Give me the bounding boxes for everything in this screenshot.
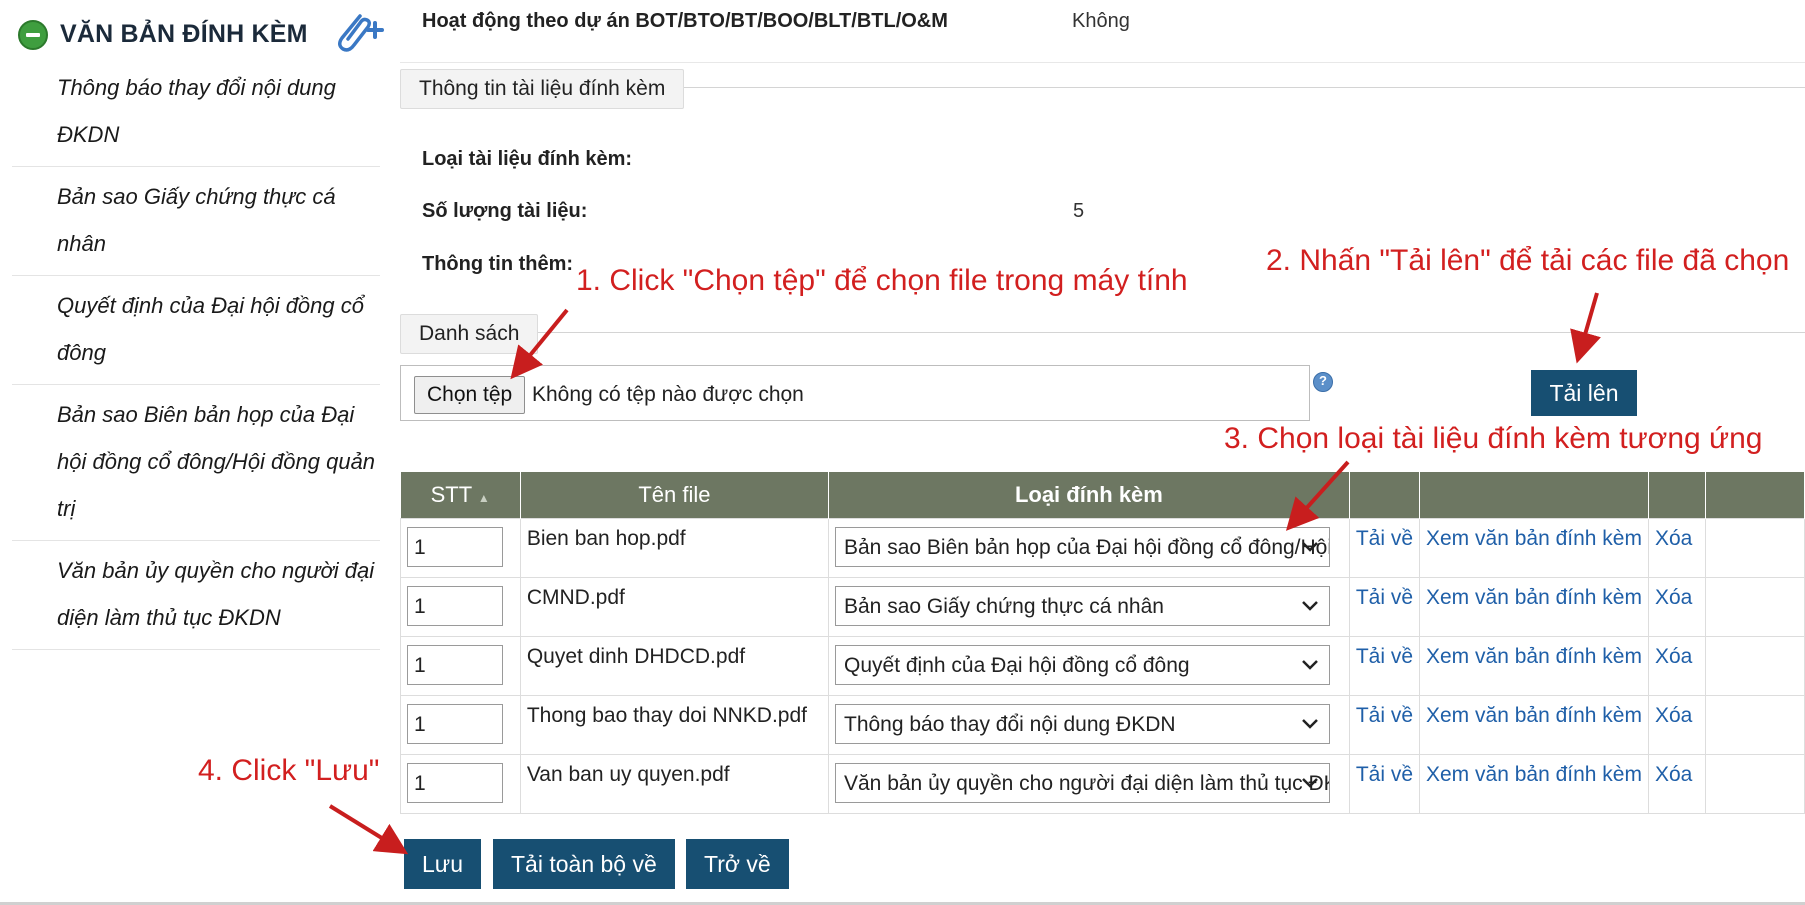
select-value: Quyết định của Đại hội đồng cổ đông [844,654,1190,677]
stt-header[interactable]: STT ▲ [400,472,521,519]
sidebar-item[interactable]: Bản sao Biên bản họp của Đại hội đồng cổ… [12,385,380,541]
file-name-header: Tên file [520,472,830,519]
attachment-type-select[interactable]: Quyết định của Đại hội đồng cổ đông [835,645,1330,685]
select-value: Bản sao Biên bản họp của Đại hội đồng cổ… [844,536,1330,559]
attachments-table: STT ▲ Tên file Loại đính kèm 1 Bien ban … [400,472,1805,814]
attachment-type-select[interactable]: Bản sao Biên bản họp của Đại hội đồng cổ… [835,527,1330,567]
file-name: Bien ban hop.pdf [526,527,686,550]
sidebar-title: VĂN BẢN ĐÍNH KÈM [60,20,308,48]
table-row: 1 Bien ban hop.pdf Bản sao Biên bản họp … [400,518,1805,578]
delete-link[interactable]: Xóa [1649,755,1705,787]
table-row: 1 Quyet dinh DHDCD.pdf Quyết định của Đạ… [400,636,1805,696]
file-name: Van ban uy quyen.pdf [526,763,730,786]
file-name: Thong bao thay doi NNKD.pdf [526,704,807,727]
chevron-down-icon [1302,719,1318,729]
view-attachment-link[interactable]: Xem văn bản đính kèm [1420,519,1648,551]
attachment-info-legend: Thông tin tài liệu đính kèm [400,69,685,109]
list-legend: Danh sách [400,314,539,354]
collapse-circle-icon[interactable] [18,20,48,50]
chevron-down-icon [1302,601,1318,611]
sidebar-item[interactable]: Thông báo thay đổi nội dung ĐKDN [12,58,380,167]
empty-header [1648,472,1706,519]
paperclip-plus-icon[interactable] [330,8,386,54]
empty-header [1419,472,1649,519]
file-name: Quyet dinh DHDCD.pdf [526,645,746,668]
download-link[interactable]: Tải về [1350,578,1419,610]
sort-up-icon: ▲ [477,491,490,505]
annotation-step-2: 2. Nhấn "Tải lên" để tải các file đã chọ… [1266,244,1790,277]
chevron-down-icon [1302,660,1318,670]
project-row: Hoạt động theo dự án BOT/BTO/BT/BOO/BLT/… [400,0,1805,63]
download-link[interactable]: Tải về [1350,637,1419,669]
annotation-step-1: 1. Click "Chọn tệp" để chọn file trong m… [576,264,1188,297]
stt-input[interactable]: 1 [407,763,503,803]
document-count-value: 5 [1073,200,1085,222]
stt-input[interactable]: 1 [407,527,503,567]
annotation-step-4: 4. Click "Lưu" [198,754,380,787]
chevron-down-icon [1302,542,1318,552]
upload-button[interactable]: Tải lên [1531,370,1637,416]
help-icon[interactable] [1313,372,1333,392]
delete-link[interactable]: Xóa [1649,578,1705,610]
save-button[interactable]: Lưu [404,839,481,889]
delete-link[interactable]: Xóa [1649,519,1705,551]
download-link[interactable]: Tải về [1350,519,1419,551]
attachment-type-label: Loại tài liệu đính kèm: [422,148,633,170]
empty-header [1705,472,1805,519]
project-label: Hoạt động theo dự án BOT/BTO/BT/BOO/BLT/… [422,10,948,32]
table-row: 1 Van ban uy quyen.pdf Văn bản ủy quyền … [400,754,1805,814]
file-name: CMND.pdf [526,586,625,609]
back-button[interactable]: Trở về [686,839,789,889]
sidebar-list: Thông báo thay đổi nội dung ĐKDN Bản sao… [12,58,380,650]
select-value: Văn bản ủy quyền cho người đại diện làm … [844,772,1330,795]
stt-header-label: STT [430,482,472,507]
table-row: 1 Thong bao thay doi NNKD.pdf Thông báo … [400,695,1805,755]
stt-input[interactable]: 1 [407,704,503,744]
sidebar-item[interactable]: Văn bản ủy quyền cho người đại diện làm … [12,541,380,650]
delete-link[interactable]: Xóa [1649,696,1705,728]
attachment-type-select[interactable]: Bản sao Giấy chứng thực cá nhân [835,586,1330,626]
download-link[interactable]: Tải về [1350,755,1419,787]
sidebar-item[interactable]: Quyết định của Đại hội đồng cổ đông [12,276,380,385]
view-attachment-link[interactable]: Xem văn bản đính kèm [1420,578,1648,610]
select-value: Thông báo thay đổi nội dung ĐKDN [844,713,1176,736]
download-link[interactable]: Tải về [1350,696,1419,728]
sidebar-item[interactable]: Bản sao Giấy chứng thực cá nhân [12,167,380,276]
list-fieldset [400,332,1805,333]
type-header: Loại đính kèm [828,472,1350,519]
stt-input[interactable]: 1 [407,645,503,685]
view-attachment-link[interactable]: Xem văn bản đính kèm [1420,755,1648,787]
attachment-type-select[interactable]: Văn bản ủy quyền cho người đại diện làm … [835,763,1330,803]
chevron-down-icon [1302,778,1318,788]
attachment-type-select[interactable]: Thông báo thay đổi nội dung ĐKDN [835,704,1330,744]
choose-file-button[interactable]: Chọn tệp [414,376,526,414]
file-chooser-status: Không có tệp nào được chọn [532,383,804,406]
annotation-step-3: 3. Chọn loại tài liệu đính kèm tương ứng [1224,422,1763,455]
document-count-label: Số lượng tài liệu: [422,200,588,222]
table-row: 1 CMND.pdf Bản sao Giấy chứng thực cá nh… [400,577,1805,637]
download-all-button[interactable]: Tải toàn bộ về [493,839,675,889]
file-chooser[interactable]: Chọn tệp Không có tệp nào được chọn [400,365,1310,421]
empty-header [1349,472,1421,519]
select-value: Bản sao Giấy chứng thực cá nhân [844,595,1164,618]
table-header-row: STT ▲ Tên file Loại đính kèm [400,472,1805,519]
project-value: Không [1072,10,1130,32]
delete-link[interactable]: Xóa [1649,637,1705,669]
sidebar-header: VĂN BẢN ĐÍNH KÈM [12,6,390,56]
stt-input[interactable]: 1 [407,586,503,626]
view-attachment-link[interactable]: Xem văn bản đính kèm [1420,637,1648,669]
extra-info-label: Thông tin thêm: [422,253,574,275]
view-attachment-link[interactable]: Xem văn bản đính kèm [1420,696,1648,728]
